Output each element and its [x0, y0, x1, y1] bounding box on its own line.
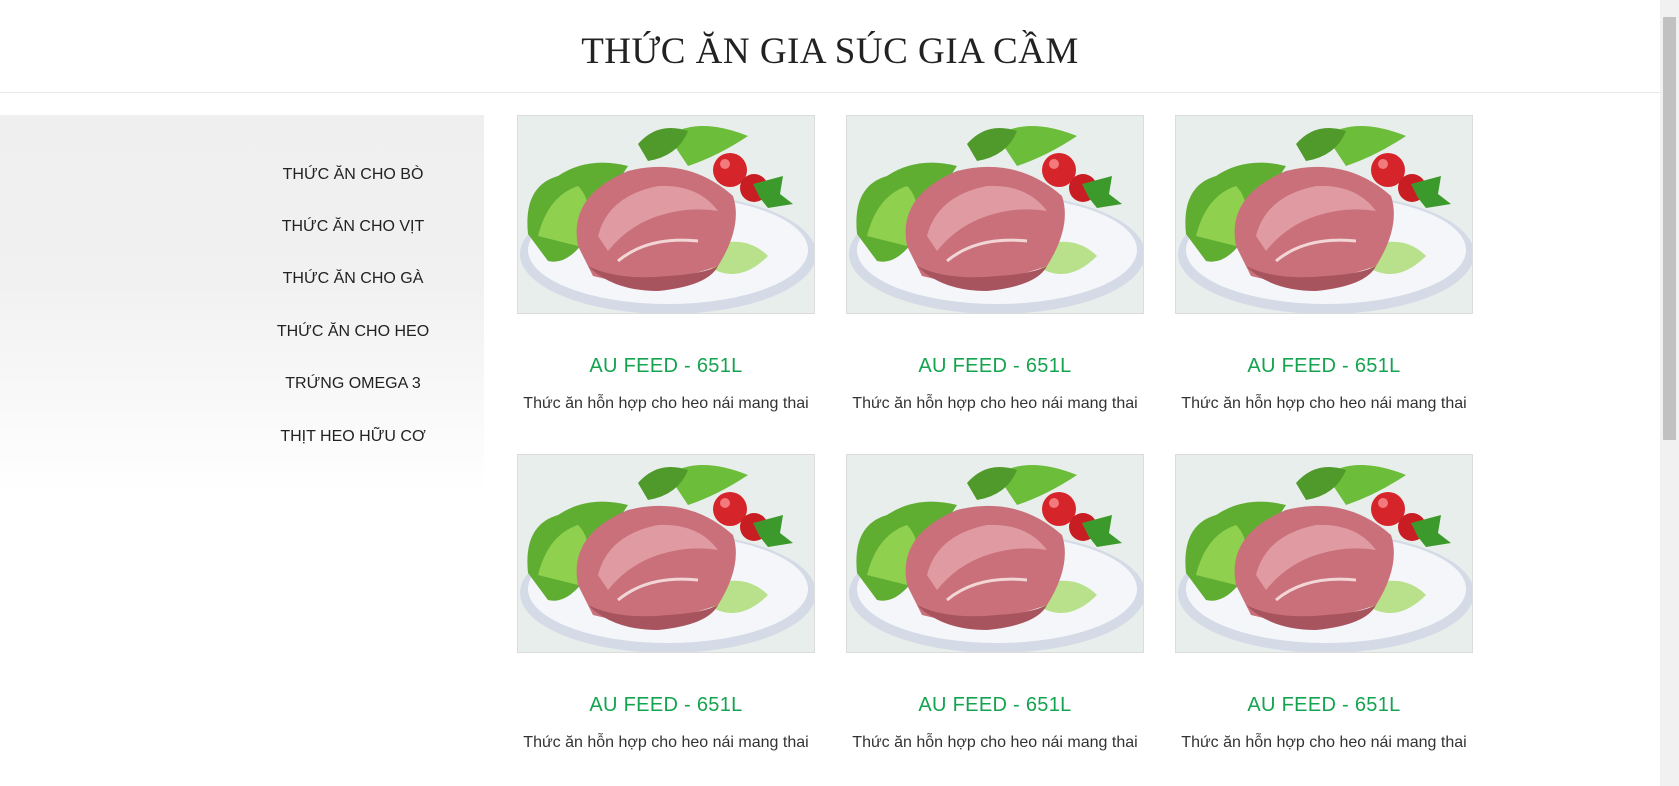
category-sidebar: THỨC ĂN CHO BÒ THỨC ĂN CHO VỊT THỨC ĂN C… — [0, 115, 484, 495]
product-description: Thức ăn hỗn hợp cho heo nái mang thai — [1181, 734, 1467, 751]
pork-on-plate-image[interactable] — [1175, 454, 1473, 653]
product-name[interactable]: AU FEED - 651L — [846, 694, 1144, 717]
product-name[interactable]: AU FEED - 651L — [846, 355, 1144, 378]
page-title: THỨC ĂN GIA SÚC GIA CẦM — [581, 31, 1079, 72]
pork-on-plate-image[interactable] — [517, 454, 815, 653]
product-description: Thức ăn hỗn hợp cho heo nái mang thai — [1181, 395, 1467, 412]
product-description: Thức ăn hỗn hợp cho heo nái mang thai — [523, 395, 809, 412]
vertical-scrollbar[interactable] — [1660, 0, 1679, 786]
product-card[interactable]: AU FEED - 651L Thức ăn hỗn hợp cho heo n… — [1175, 115, 1473, 412]
pork-on-plate-image[interactable] — [846, 454, 1144, 653]
page-header: THỨC ĂN GIA SÚC GIA CẦM — [0, 0, 1660, 93]
product-card[interactable]: AU FEED - 651L Thức ăn hỗn hợp cho heo n… — [846, 115, 1144, 412]
product-description: Thức ăn hỗn hợp cho heo nái mang thai — [852, 734, 1138, 751]
scrollbar-thumb[interactable] — [1663, 17, 1676, 440]
pork-on-plate-image[interactable] — [517, 115, 815, 314]
product-description: Thức ăn hỗn hợp cho heo nái mang thai — [523, 734, 809, 751]
product-name[interactable]: AU FEED - 651L — [1175, 694, 1473, 717]
product-card[interactable]: AU FEED - 651L Thức ăn hỗn hợp cho heo n… — [1175, 454, 1473, 751]
pork-on-plate-image[interactable] — [1175, 115, 1473, 314]
product-name[interactable]: AU FEED - 651L — [1175, 355, 1473, 378]
product-name[interactable]: AU FEED - 651L — [517, 355, 815, 378]
product-description: Thức ăn hỗn hợp cho heo nái mang thai — [852, 395, 1138, 412]
sidebar-item-organic-pork[interactable]: THỊT HEO HỮU CƠ — [0, 427, 706, 447]
product-card[interactable]: AU FEED - 651L Thức ăn hỗn hợp cho heo n… — [846, 454, 1144, 751]
sidebar-item-pig-feed[interactable]: THỨC ĂN CHO HEO — [0, 322, 706, 342]
product-name[interactable]: AU FEED - 651L — [517, 694, 815, 717]
product-card[interactable]: AU FEED - 651L Thức ăn hỗn hợp cho heo n… — [517, 115, 815, 412]
product-card[interactable]: AU FEED - 651L Thức ăn hỗn hợp cho heo n… — [517, 454, 815, 751]
pork-on-plate-image[interactable] — [846, 115, 1144, 314]
